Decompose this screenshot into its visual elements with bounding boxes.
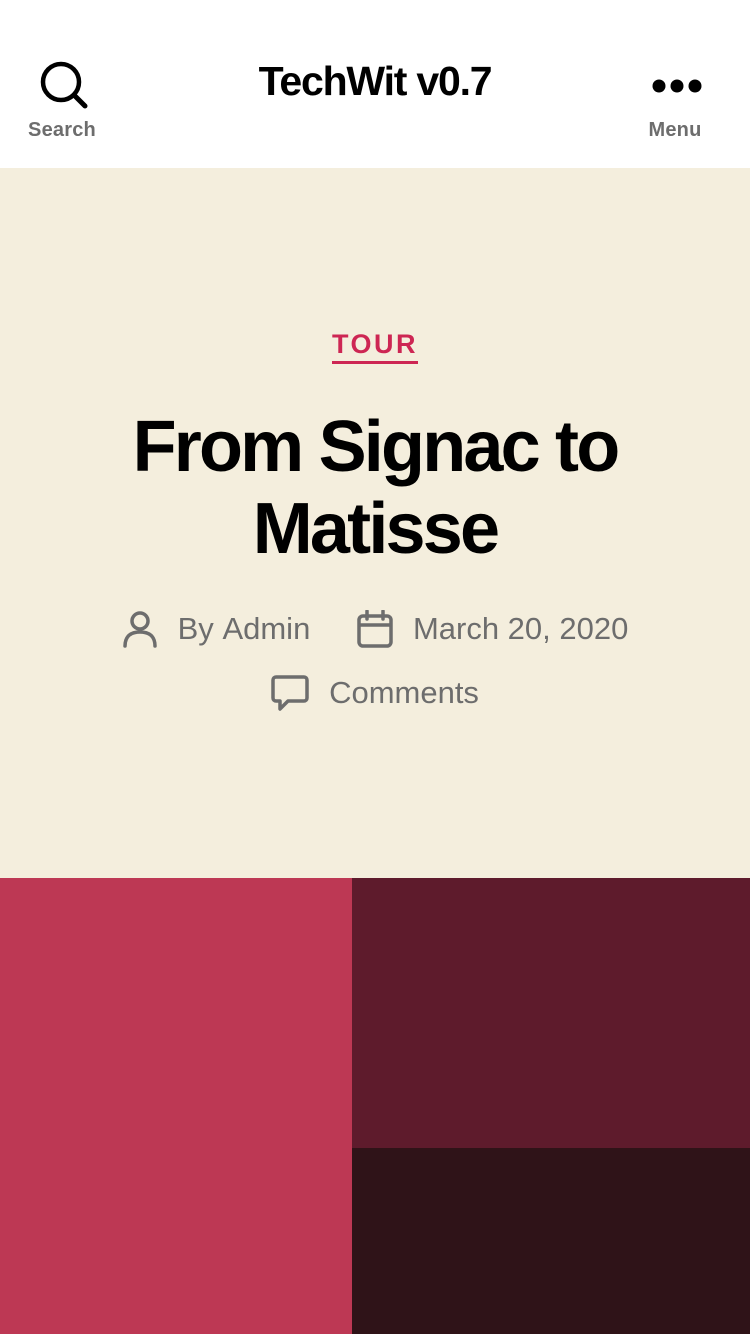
category-link[interactable]: TOUR xyxy=(331,329,418,364)
comment-bubble-icon xyxy=(271,675,309,711)
calendar-icon xyxy=(357,609,393,648)
post-author: By Admin xyxy=(122,610,310,648)
post-header: TOUR From Signac to Matisse By Admin Mar… xyxy=(0,168,750,878)
featured-block-dark xyxy=(352,1148,750,1334)
featured-block-pink xyxy=(0,878,352,1334)
featured-block-maroon xyxy=(352,878,750,1148)
featured-image xyxy=(0,878,750,1334)
site-title[interactable]: TechWit v0.7 xyxy=(150,58,600,105)
author-link[interactable]: Admin xyxy=(222,611,310,647)
comments-item: Comments xyxy=(271,674,479,712)
site-header: Search TechWit v0.7 Menu xyxy=(0,0,750,168)
date-link[interactable]: March 20, 2020 xyxy=(413,611,628,647)
post-date: March 20, 2020 xyxy=(357,609,628,648)
post-title: From Signac to Matisse xyxy=(132,407,621,569)
comments-link[interactable]: Comments xyxy=(329,675,479,711)
search-label: Search xyxy=(28,119,96,141)
more-dots-icon xyxy=(652,79,702,93)
post-meta: By Admin March 20, 2020 xyxy=(0,609,750,648)
search-toggle-button[interactable]: Search xyxy=(0,0,130,168)
search-icon xyxy=(40,61,88,109)
author-prefix: By xyxy=(177,610,214,646)
menu-label: Menu xyxy=(648,119,702,141)
post-category: TOUR xyxy=(0,329,750,364)
menu-toggle-button[interactable]: Menu xyxy=(620,0,750,168)
user-icon xyxy=(122,611,157,648)
post-comments: Comments xyxy=(0,673,750,712)
